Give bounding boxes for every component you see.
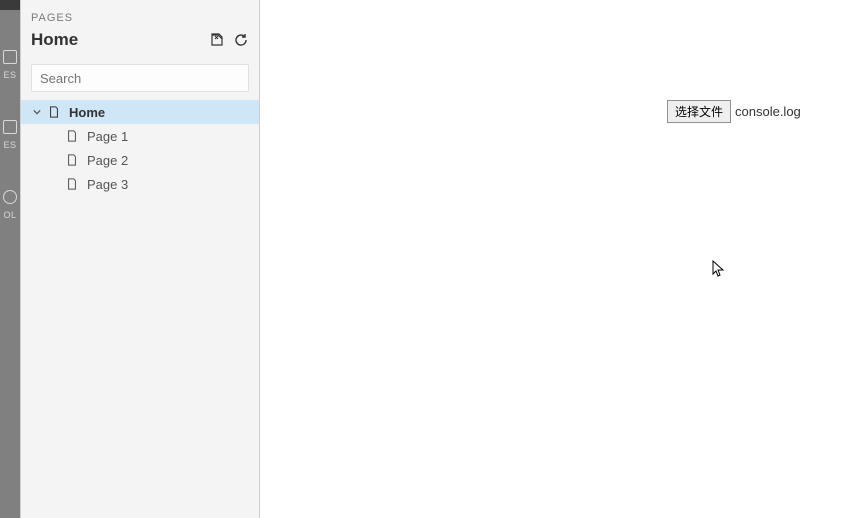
tree-item-label: Page 3 bbox=[87, 177, 128, 192]
panel-label: PAGES bbox=[31, 12, 249, 24]
tree-item-label: Page 2 bbox=[87, 153, 128, 168]
toolstrip-item-2[interactable]: ES bbox=[2, 120, 18, 150]
choose-file-button[interactable]: 选择文件 bbox=[667, 100, 731, 123]
toolstrip-item-label: ES bbox=[3, 140, 16, 150]
design-canvas: 选择文件 console.log bbox=[261, 0, 844, 518]
page-icon bbox=[65, 153, 79, 167]
tree-item-label: Page 1 bbox=[87, 129, 128, 144]
search-input[interactable] bbox=[31, 64, 249, 92]
chosen-file-name: console.log bbox=[735, 104, 801, 119]
file-input-widget: 选择文件 console.log bbox=[667, 100, 801, 123]
page-tree: Home Page 1 Page 2 Page 3 bbox=[21, 100, 259, 196]
tree-item-label: Home bbox=[69, 105, 105, 120]
search-wrapper bbox=[21, 58, 259, 100]
left-toolstrip: ES ES OL bbox=[0, 0, 20, 518]
toolstrip-item-label: ES bbox=[3, 70, 16, 80]
page-icon bbox=[65, 177, 79, 191]
toolstrip-icon bbox=[3, 50, 17, 64]
header-actions bbox=[209, 32, 249, 48]
tree-item-page3[interactable]: Page 3 bbox=[21, 172, 259, 196]
export-icon[interactable] bbox=[209, 32, 225, 48]
toolstrip-top-accent bbox=[0, 0, 20, 10]
panel-title-row: Home bbox=[31, 30, 249, 50]
toolstrip-item-label: OL bbox=[3, 210, 16, 220]
toolstrip-icon bbox=[3, 120, 17, 134]
page-icon bbox=[65, 129, 79, 143]
toolstrip-item-1[interactable]: ES bbox=[2, 50, 18, 80]
pages-sidebar: PAGES Home Home bbox=[20, 0, 260, 518]
page-icon bbox=[47, 105, 61, 119]
sidebar-header: PAGES Home bbox=[21, 0, 259, 58]
tree-root-home[interactable]: Home bbox=[21, 100, 259, 124]
toolstrip-item-3[interactable]: OL bbox=[2, 190, 18, 220]
toolstrip-icon bbox=[3, 190, 17, 204]
refresh-icon[interactable] bbox=[233, 32, 249, 48]
tree-item-page2[interactable]: Page 2 bbox=[21, 148, 259, 172]
tree-item-page1[interactable]: Page 1 bbox=[21, 124, 259, 148]
caret-down-icon[interactable] bbox=[31, 108, 43, 116]
page-title: Home bbox=[31, 30, 78, 50]
